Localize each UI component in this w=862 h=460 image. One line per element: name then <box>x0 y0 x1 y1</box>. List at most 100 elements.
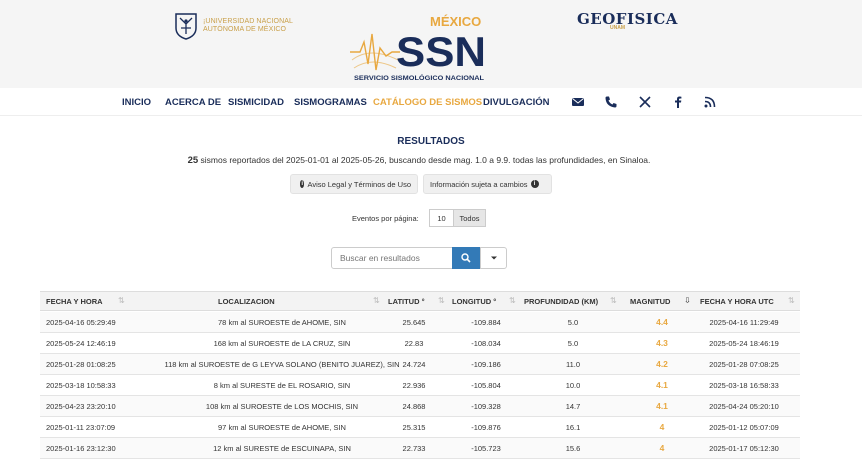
geofisica-sub: UNAM <box>610 25 625 31</box>
table-cell: 4.2 <box>656 359 668 369</box>
table-cell: 118 km al SUROESTE de G LEYVA SOLANO (BE… <box>164 360 400 369</box>
table-cell: 10.0 <box>565 381 581 390</box>
table-cell: 15.6 <box>565 444 581 453</box>
search-options-dropdown[interactable] <box>480 247 507 269</box>
search-icon <box>461 253 471 263</box>
table-cell: 5.0 <box>567 339 579 348</box>
table-row[interactable]: 2025-01-28 01:08:25 118 km al SUROESTE de… <box>40 354 800 375</box>
info-icon: i <box>530 180 539 188</box>
caret-down-icon <box>490 256 497 260</box>
table-cell: 2025-04-24 05:20:10 <box>709 402 779 411</box>
unam-seal-icon <box>174 12 198 40</box>
main-nav: INICIO ACERCA DE SISMICIDAD SISMOGRAMAS … <box>0 88 862 116</box>
sort-icon[interactable]: ⇅ <box>788 296 795 305</box>
sort-icon[interactable]: ⇅ <box>373 296 380 305</box>
table-cell: 8 km al SURESTE de EL ROSARIO, SIN <box>213 381 351 390</box>
table-cell: 2025-04-23 23:20:10 <box>46 402 116 411</box>
table-cell: 2025-01-28 07:08:25 <box>709 360 779 369</box>
table-cell: 12 km al SURESTE de ESCUINAPA, SIN <box>213 444 351 453</box>
seismogram-icon <box>350 33 400 71</box>
table-cell: 4.4 <box>656 317 668 327</box>
facebook-icon[interactable] <box>671 95 685 109</box>
nav-inicio[interactable]: INICIO <box>122 97 151 108</box>
table-cell: 4.1 <box>656 401 668 411</box>
table-cell: 2025-04-16 05:29:49 <box>46 318 116 327</box>
table-cell: 11.0 <box>565 360 581 369</box>
table-cell: 25.645 <box>402 318 426 327</box>
per-page-10-button[interactable]: 10 <box>429 209 454 227</box>
table-cell: 2025-01-28 01:08:25 <box>46 360 116 369</box>
table-cell: 2025-04-16 11:29:49 <box>709 318 779 327</box>
col-profundidad[interactable]: PROFUNDIDAD (KM) <box>524 297 598 306</box>
table-cell: 4.1 <box>656 380 668 390</box>
ssn-logo[interactable]: MÉXICO SSN SERVICIO SISMOLÓGICO NACIONAL <box>350 12 488 86</box>
info-subject-change-label: Información sujeta a cambios <box>430 179 528 189</box>
table-cell: 97 km al SUROESTE de AHOME, SIN <box>218 423 346 432</box>
table-cell: 2025-01-16 23:12:30 <box>46 444 116 453</box>
table-cell: 24.868 <box>402 402 426 411</box>
table-cell: 24.724 <box>402 360 426 369</box>
rss-icon[interactable] <box>703 95 717 109</box>
table-cell: 2025-03-18 16:58:33 <box>709 381 779 390</box>
sort-icon[interactable]: ⇅ <box>610 296 617 305</box>
table-row[interactable]: 2025-03-18 10:58:33 8 km al SURESTE de EL… <box>40 375 800 396</box>
table-cell: 14.7 <box>565 402 581 411</box>
unam-line-2: AUTÓNOMA DE MÉXICO <box>203 26 287 33</box>
sort-desc-icon[interactable]: ⇩ <box>684 296 691 305</box>
table-row[interactable]: 2025-04-23 23:20:10 108 km al SUROESTE de… <box>40 396 800 417</box>
search-results-input[interactable] <box>331 247 453 269</box>
col-fecha-hora-utc[interactable]: FECHA Y HORA UTC <box>700 297 774 306</box>
ssn-fullname: SERVICIO SISMOLÓGICO NACIONAL <box>354 73 484 82</box>
legal-notice-button[interactable]: i Aviso Legal y Términos de Uso <box>290 174 418 194</box>
col-longitud[interactable]: LONGITUD ° <box>452 297 496 306</box>
per-page-all-button[interactable]: Todos <box>453 209 486 227</box>
per-page-control: Eventos por página: 10 Todos <box>0 209 862 227</box>
table-cell: -109.186 <box>471 360 501 369</box>
unam-logo[interactable]: ¡UNIVERSIDAD NACIONAL AUTÓNOMA DE MÉXICO <box>174 12 293 40</box>
table-cell: 4 <box>659 422 665 432</box>
table-cell: 2025-05-24 12:46:19 <box>46 339 116 348</box>
nav-sismicidad[interactable]: SISMICIDAD <box>228 97 284 108</box>
table-cell: 2025-05-24 18:46:19 <box>709 339 779 348</box>
table-cell: 108 km al SUROESTE de LOS MOCHIS, SIN <box>205 402 359 411</box>
table-row[interactable]: 2025-01-16 23:12:30 12 km al SURESTE de E… <box>40 438 800 459</box>
geofisica-wordmark: GEOFISICA <box>577 10 678 28</box>
info-icon: i <box>300 180 305 188</box>
col-latitud[interactable]: LATITUD ° <box>388 297 425 306</box>
x-twitter-icon[interactable] <box>638 95 652 109</box>
info-subject-change-button[interactable]: Información sujeta a cambios i <box>423 174 552 194</box>
table-cell: 22.733 <box>402 444 426 453</box>
table-header: FECHA Y HORA ⇅ LOCALIZACION ⇅ LATITUD ° … <box>40 291 800 311</box>
table-cell: 78 km al SUROESTE de AHOME, SIN <box>218 318 346 327</box>
nav-catalogo-de-sismos[interactable]: CATÁLOGO DE SISMOS <box>373 97 482 108</box>
table-row[interactable]: 2025-04-16 05:29:49 78 km al SUROESTE de … <box>40 312 800 333</box>
col-localizacion[interactable]: LOCALIZACION <box>218 297 275 306</box>
results-count: 25 <box>187 155 199 166</box>
col-fecha-hora[interactable]: FECHA Y HORA <box>46 297 103 306</box>
search-button[interactable] <box>452 247 480 269</box>
table-cell: -105.804 <box>471 381 501 390</box>
phone-icon[interactable] <box>604 95 618 109</box>
table-row[interactable]: 2025-01-11 23:07:09 97 km al SUROESTE de … <box>40 417 800 438</box>
nav-divulgacion[interactable]: DIVULGACIÓN <box>483 97 550 108</box>
table-row[interactable]: 2025-05-24 12:46:19 168 km al SUROESTE de… <box>40 333 800 354</box>
results-summary: 25 sismos reportados del 2025-01-01 al 2… <box>0 155 838 166</box>
sort-icon[interactable]: ⇅ <box>118 296 125 305</box>
table-cell: 5.0 <box>567 318 579 327</box>
email-icon[interactable] <box>571 95 585 109</box>
geofisica-logo[interactable]: GEOFISICA UNAM <box>577 10 678 31</box>
ssn-acronym: SSN <box>396 28 486 75</box>
table-cell: 2025-01-11 23:07:09 <box>46 423 116 432</box>
nav-sismogramas[interactable]: SISMOGRAMAS <box>294 97 367 108</box>
sort-icon[interactable]: ⇅ <box>438 296 445 305</box>
results-summary-text: sismos reportados del 2025-01-01 al 2025… <box>198 155 651 165</box>
ssn-country: MÉXICO <box>430 14 481 29</box>
col-magnitud[interactable]: MAGNITUD <box>630 297 670 306</box>
table-cell: -109.876 <box>471 423 501 432</box>
table-cell: 168 km al SUROESTE de LA CRUZ, SIN <box>213 339 351 348</box>
sort-icon[interactable]: ⇅ <box>509 296 516 305</box>
table-cell: -109.328 <box>471 402 501 411</box>
unam-line-1: ¡UNIVERSIDAD NACIONAL <box>203 18 294 25</box>
nav-acerca-de[interactable]: ACERCA DE <box>165 97 221 108</box>
table-cell: 22.936 <box>402 381 426 390</box>
